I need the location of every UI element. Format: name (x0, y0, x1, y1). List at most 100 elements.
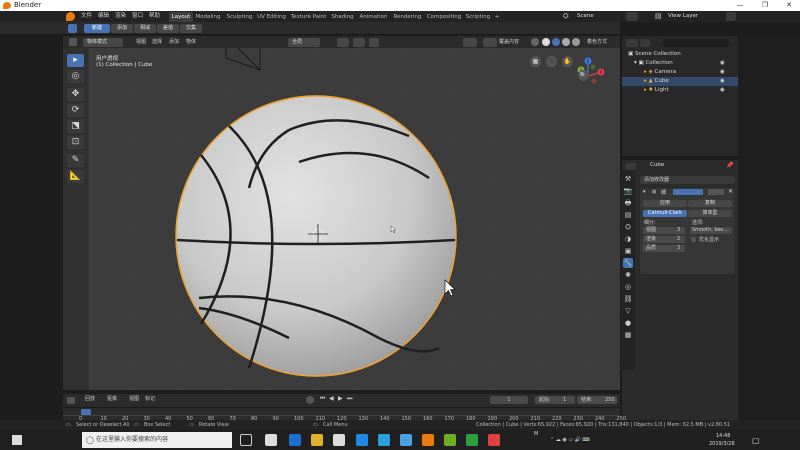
modifier-remove-icon[interactable]: ✕ (728, 188, 733, 195)
mode-new-button[interactable]: 新建 (84, 24, 110, 33)
camtasia-icon[interactable] (444, 434, 456, 446)
timeline-menu-keying[interactable]: 抠像 (107, 395, 117, 403)
task-view-icon[interactable] (265, 434, 277, 446)
mode-add-button[interactable]: 添加 (111, 24, 133, 33)
menu-window[interactable]: 窗口 (130, 12, 145, 21)
mode-dropdown[interactable]: 物体模式 (83, 38, 123, 47)
app2-icon[interactable] (466, 434, 478, 446)
tab-modeling[interactable]: Modeling (194, 12, 222, 22)
blender-taskbar-icon[interactable] (422, 434, 434, 446)
next-key-icon[interactable]: ⏭ (347, 395, 352, 403)
material-tab-icon[interactable]: ● (623, 318, 633, 328)
edge-icon[interactable] (289, 434, 301, 446)
select-tool-icon[interactable] (68, 24, 77, 33)
rotate-tool-icon[interactable]: ⟳ (67, 104, 84, 117)
windows-start-icon[interactable] (12, 435, 22, 445)
pin-icon[interactable]: 📌 (726, 162, 733, 169)
menu-edit[interactable]: 编辑 (96, 12, 111, 21)
camera-view-icon[interactable]: 🎥 (546, 56, 557, 67)
notification-icon[interactable]: ▢ (752, 436, 760, 445)
tab-scripting[interactable]: Scripting (464, 12, 492, 22)
cube-visibility-icon[interactable]: ◉ (720, 77, 725, 86)
transform-tool-icon[interactable]: ⊡ (67, 136, 84, 149)
visibility-icon[interactable] (463, 38, 477, 47)
add-modifier-dropdown[interactable]: 添加修改器 (640, 176, 735, 184)
editor-type-icon[interactable] (69, 38, 77, 46)
cortana-icon[interactable] (240, 434, 252, 446)
data-tab-icon[interactable]: ▽ (623, 306, 633, 316)
modifier-tab-icon[interactable]: 🔧 (623, 258, 633, 268)
physics-tab-icon[interactable]: ◎ (623, 282, 633, 292)
ortho-toggle-icon[interactable]: ▦ (530, 56, 541, 67)
shading-wire-icon[interactable] (542, 38, 550, 46)
scene-tab-icon[interactable]: ⛭ (623, 222, 633, 232)
render-tab-icon[interactable]: 📷 (623, 186, 633, 196)
menu-help[interactable]: 帮助 (147, 12, 162, 21)
tab-layout[interactable]: Layout (169, 12, 193, 22)
close-button[interactable]: ✕ (779, 0, 799, 11)
tab-uv-editing[interactable]: UV Editing (256, 12, 287, 22)
constraints-tab-icon[interactable]: ⛓ (623, 294, 633, 304)
modifier-move-arrows[interactable] (708, 189, 724, 195)
collection-row[interactable]: ▾ ▣ Collection ◉ (622, 59, 739, 68)
tab-rendering[interactable]: Rendering (392, 12, 423, 22)
texture-tab-icon[interactable]: ▦ (623, 330, 633, 340)
particles-tab-icon[interactable]: ✺ (623, 270, 633, 280)
timeline-menu-view[interactable]: 视图 (129, 395, 139, 403)
xray-icon[interactable] (531, 38, 539, 46)
menu-select[interactable]: 选择 (152, 38, 162, 46)
start-frame-field[interactable]: 起始: 1 (535, 396, 575, 404)
modifier-expand-icon[interactable]: ▾ (643, 189, 646, 195)
annotate-tool-icon[interactable]: ✎ (67, 154, 84, 167)
proportional-icon[interactable] (369, 38, 379, 47)
modifier-visibility-toggles[interactable] (673, 189, 703, 195)
display-mode-icon[interactable] (640, 39, 650, 47)
blender-menu-icon[interactable] (66, 12, 75, 21)
menu-render[interactable]: 渲染 (113, 12, 128, 21)
light-visibility-icon[interactable]: ◉ (720, 86, 725, 95)
output-tab-icon[interactable]: 🖶 (623, 198, 633, 208)
app3-icon[interactable] (488, 434, 500, 446)
jump-start-icon[interactable]: ⏮ (320, 395, 325, 403)
quality-field[interactable]: 品质 3 (643, 245, 685, 252)
select-box-tool-icon[interactable]: ▸ (67, 54, 84, 67)
catmull-clark-toggle[interactable]: Catmull-Clark (643, 210, 687, 217)
minimize-button[interactable]: — (730, 0, 750, 11)
tab-shading[interactable]: Shading (330, 12, 355, 22)
taskbar-search-input[interactable]: ◯ 在这里输入你要搜索的内容 (82, 432, 232, 448)
tab-compositing[interactable]: Compositing (426, 12, 462, 22)
camera-visibility-icon[interactable]: ◉ (720, 68, 725, 77)
view-layer-tab-icon[interactable]: ▤ (623, 210, 633, 220)
outliner-search-input[interactable] (662, 39, 730, 47)
uv-smooth-dropdown[interactable]: Smooth, kee... (690, 227, 732, 234)
scene-collection-row[interactable]: ▣ Scene Collection (622, 50, 739, 59)
outliner-type-icon[interactable] (626, 39, 638, 47)
shading-dropdown[interactable]: 着色方式 (587, 38, 607, 46)
orientation-dropdown[interactable]: 全局 (288, 38, 320, 47)
menu-add[interactable]: 添加 (169, 38, 179, 46)
scale-tool-icon[interactable]: ⬔ (67, 120, 84, 133)
mode-intersect-button[interactable]: 交集 (180, 24, 202, 33)
modifier-name-field[interactable]: 细 (661, 189, 666, 196)
scene-field[interactable]: Scene (573, 12, 623, 21)
zoom-view-icon[interactable]: 🔍 (578, 70, 589, 81)
cursor-tool-icon[interactable]: ◎ (67, 70, 84, 83)
prev-key-icon[interactable]: ◀ (329, 395, 334, 402)
store-icon[interactable] (356, 434, 368, 446)
optimal-display-checkbox[interactable] (691, 237, 696, 242)
clock-date[interactable]: 2019/3/28 (709, 441, 735, 447)
menu-view[interactable]: 视图 (136, 38, 146, 46)
viewport-levels-field[interactable]: 视图 3 (643, 227, 685, 234)
shading-rendered-icon[interactable] (572, 38, 580, 46)
tab-animation[interactable]: Animation (358, 12, 389, 22)
overlay-dropdown[interactable]: 覆盖内容 (499, 38, 519, 46)
mail-icon[interactable] (333, 434, 345, 446)
record-icon[interactable] (306, 396, 314, 404)
tool-tab-icon[interactable]: ⚒ (623, 174, 633, 184)
file-explorer-icon[interactable] (311, 434, 323, 446)
copy-button[interactable]: 复制 (688, 200, 732, 207)
outliner-row-light[interactable]: ▸ ✹ Light ◉ (622, 86, 739, 95)
render-levels-field[interactable]: 渲染 2 (643, 236, 685, 243)
3d-viewport[interactable]: X Y Z 用户透视 (1) Collection | Cube ▦ 🎥 ✋ 🔍 (89, 48, 620, 390)
apply-button[interactable]: 应用 (643, 200, 687, 207)
